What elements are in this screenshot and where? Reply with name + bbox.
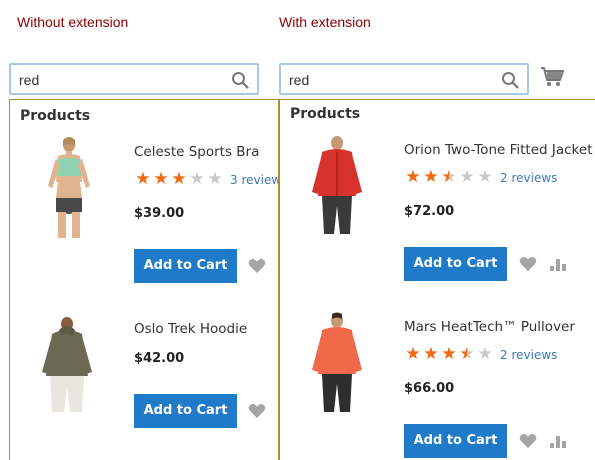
star-icon: ★ <box>459 167 475 186</box>
product-image[interactable] <box>38 136 98 238</box>
search-box-left <box>9 63 259 95</box>
product-price: $39.00 <box>134 206 185 221</box>
search-icon[interactable] <box>501 71 519 89</box>
star-icon: ★ <box>423 167 439 186</box>
star-icon: ★ <box>405 167 421 186</box>
star-icon: ★ <box>441 344 457 363</box>
results-panel-right: Products Orion Two-Tone Fitted Jacket ★ … <box>279 99 595 460</box>
product-image[interactable] <box>302 312 372 412</box>
star-icon: ★ <box>207 169 223 188</box>
star-icon: ★ <box>459 344 475 363</box>
star-icon: ★ <box>153 169 169 188</box>
panel-title: Products <box>290 106 361 122</box>
star-icon: ★ <box>135 169 151 188</box>
product-image[interactable] <box>304 134 370 236</box>
product-price: $42.00 <box>134 351 185 366</box>
reviews-link[interactable]: 2 reviews <box>500 171 557 185</box>
product-price: $72.00 <box>404 204 455 219</box>
product-price: $66.00 <box>404 381 455 396</box>
star-icon: ★ <box>477 167 493 186</box>
rating-stars: ★ ★ ★ ★ ★ <box>404 167 494 186</box>
heart-icon[interactable] <box>519 256 537 272</box>
search-input-right[interactable] <box>289 70 489 90</box>
search-box-right <box>279 63 529 95</box>
star-icon: ★ <box>189 169 205 188</box>
star-icon: ★ <box>441 167 457 186</box>
caption-with-extension: With extension <box>279 14 371 30</box>
compare-icon[interactable] <box>550 434 566 448</box>
reviews-link[interactable]: 2 reviews <box>500 348 557 362</box>
search-input-left[interactable] <box>19 70 219 90</box>
star-icon: ★ <box>405 344 421 363</box>
add-to-cart-button[interactable]: Add to Cart <box>404 247 507 281</box>
heart-icon[interactable] <box>248 258 266 274</box>
panel-title: Products <box>20 108 91 124</box>
add-to-cart-button[interactable]: Add to Cart <box>134 394 237 428</box>
product-image[interactable] <box>32 314 102 414</box>
product-name[interactable]: Orion Two-Tone Fitted Jacket <box>404 142 593 158</box>
product-name[interactable]: Celeste Sports Bra <box>134 144 259 160</box>
heart-icon[interactable] <box>519 433 537 449</box>
heart-icon[interactable] <box>248 403 266 419</box>
reviews-link[interactable]: 3 reviews <box>230 173 278 187</box>
star-icon: ★ <box>171 169 187 188</box>
add-to-cart-button[interactable]: Add to Cart <box>404 424 507 458</box>
compare-icon[interactable] <box>550 257 566 271</box>
results-panel-left: Products Celeste Sports Bra ★ ★ ★ ★ ★ 3 … <box>9 99 279 460</box>
add-to-cart-button[interactable]: Add to Cart <box>134 249 237 283</box>
rating-stars: ★ ★ ★ ★ ★ <box>134 169 224 188</box>
cart-icon[interactable] <box>540 66 564 88</box>
rating-stars: ★ ★ ★ ★ ★ <box>404 344 494 363</box>
star-icon: ★ <box>423 344 439 363</box>
star-icon: ★ <box>477 344 493 363</box>
search-icon[interactable] <box>231 71 249 89</box>
product-name[interactable]: Oslo Trek Hoodie <box>134 321 247 337</box>
caption-without-extension: Without extension <box>17 14 129 30</box>
product-name[interactable]: Mars HeatTech™ Pullover <box>404 319 575 335</box>
